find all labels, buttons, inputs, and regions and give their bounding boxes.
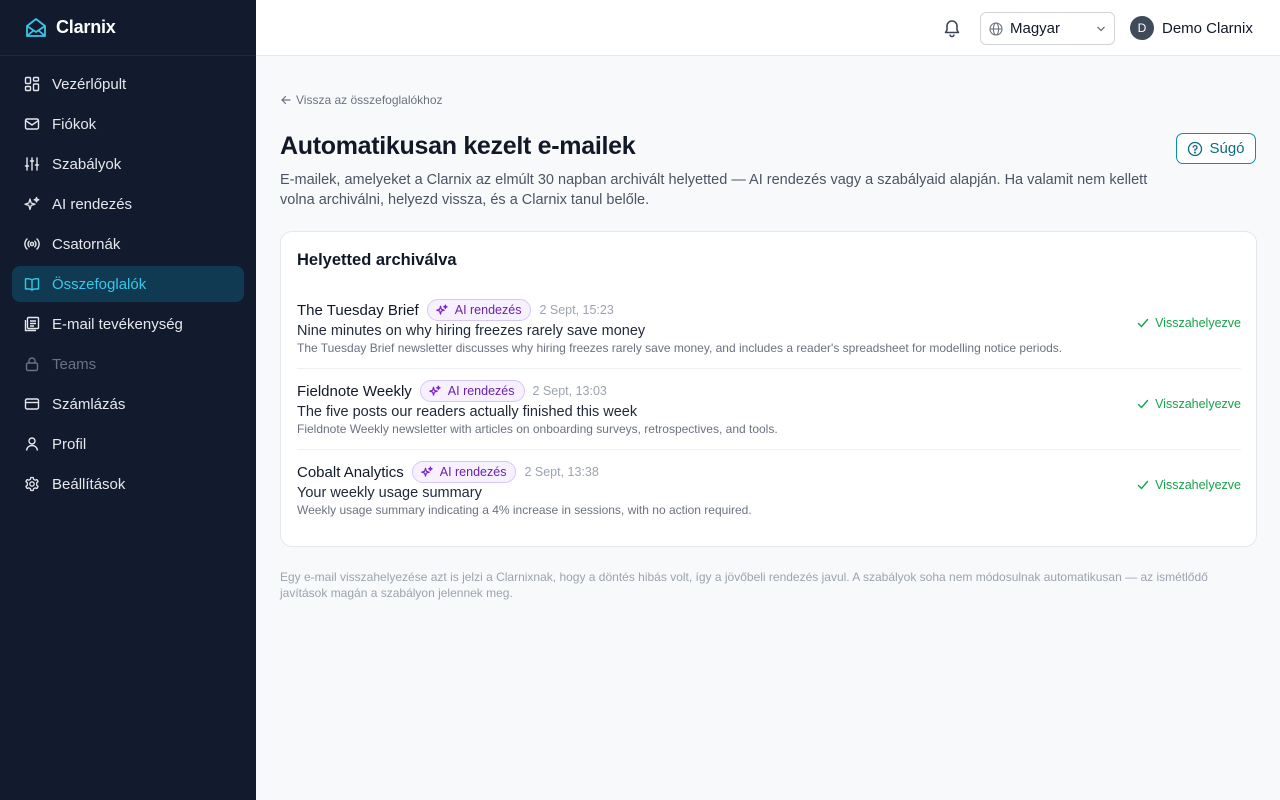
check-icon: [1137, 479, 1149, 491]
sparkles-icon: [24, 196, 40, 212]
chevron-down-icon: [1096, 24, 1106, 34]
archived-emails-card: Helyetted archiválva The Tuesday Brief A…: [280, 231, 1257, 547]
sidebar-item-teams: Teams: [12, 346, 244, 382]
restored-status: Visszahelyezve: [1137, 397, 1241, 411]
gear-icon: [24, 476, 40, 492]
activity-icon: [24, 316, 40, 332]
user-icon: [24, 436, 40, 452]
arrow-left-icon: [280, 94, 292, 106]
sidebar-item-label: Fiókok: [52, 115, 97, 133]
restored-label: Visszahelyezve: [1155, 397, 1241, 411]
sidebar: Clarnix Vezérlőpult Fiókok Szabályok AI …: [0, 0, 256, 800]
ai-sorting-badge: AI rendezés: [411, 461, 517, 483]
brand-name: Clarnix: [56, 17, 116, 37]
sidebar-item-accounts[interactable]: Fiókok: [12, 106, 244, 142]
globe-icon: [989, 21, 1003, 36]
divider: [297, 449, 1241, 450]
sidebar-item-dashboard[interactable]: Vezérlőpult: [12, 66, 244, 102]
ai-sorting-badge: AI rendezés: [419, 380, 525, 402]
page-title: Automatikusan kezelt e-mailek: [280, 132, 636, 160]
sidebar-item-summaries[interactable]: Összefoglalók: [12, 266, 244, 302]
mail-icon: [24, 116, 40, 132]
email-sender: The Tuesday Brief: [297, 301, 419, 319]
email-summary: Weekly usage summary indicating a 4% inc…: [297, 503, 752, 517]
sidebar-item-label: Számlázás: [52, 395, 126, 413]
help-circle-icon: [1187, 141, 1203, 157]
sidebar-item-label: E-mail tevékenység: [52, 315, 183, 333]
sidebar-item-label: Beállítások: [52, 475, 126, 493]
email-time: 2 Sept, 15:23: [539, 303, 614, 317]
restored-status: Visszahelyezve: [1137, 316, 1241, 330]
sidebar-item-email-activity[interactable]: E-mail tevékenység: [12, 306, 244, 342]
sliders-icon: [24, 156, 40, 172]
restored-label: Visszahelyezve: [1155, 478, 1241, 492]
sidebar-item-profile[interactable]: Profil: [12, 426, 244, 462]
restored-label: Visszahelyezve: [1155, 316, 1241, 330]
badge-label: AI rendezés: [439, 465, 507, 479]
brand[interactable]: Clarnix: [0, 0, 256, 56]
bell-icon[interactable]: [942, 18, 962, 38]
page-description: E-mailek, amelyeket a Clarnix az elmúlt …: [280, 172, 1148, 208]
card-title: Helyetted archiválva: [297, 251, 457, 269]
email-sender: Fieldnote Weekly: [297, 382, 412, 400]
sparkles-icon: [420, 466, 433, 478]
email-sender: Cobalt Analytics: [297, 463, 404, 481]
footnote: Egy e-mail visszahelyezése azt is jelzi …: [280, 570, 1208, 600]
topbar: Magyar D Demo Clarnix: [256, 0, 1280, 56]
back-link-label: Vissza az összefoglalókhoz: [296, 93, 443, 107]
divider: [297, 368, 1241, 369]
check-icon: [1137, 317, 1149, 329]
ai-sorting-badge: AI rendezés: [426, 299, 532, 321]
restored-status: Visszahelyezve: [1137, 478, 1241, 492]
sidebar-item-label: Teams: [52, 355, 97, 373]
sidebar-item-label: Csatornák: [52, 235, 121, 253]
email-time: 2 Sept, 13:03: [532, 384, 607, 398]
email-subject: Your weekly usage summary: [297, 485, 482, 501]
email-subject: The five posts our readers actually fini…: [297, 404, 638, 420]
sidebar-item-label: Szabályok: [52, 155, 122, 173]
sidebar-item-rules[interactable]: Szabályok: [12, 146, 244, 182]
sparkles-icon: [435, 304, 448, 316]
help-button-label: Súgó: [1209, 140, 1245, 157]
back-link[interactable]: Vissza az összefoglalókhoz: [280, 93, 443, 107]
email-time: 2 Sept, 13:38: [524, 465, 599, 479]
sidebar-nav: Vezérlőpult Fiókok Szabályok AI rendezés…: [0, 56, 256, 502]
lock-icon: [24, 356, 40, 372]
sidebar-item-settings[interactable]: Beállítások: [12, 466, 244, 502]
email-row[interactable]: Cobalt Analytics AI rendezés 2 Sept, 13:…: [297, 461, 1241, 542]
dashboard-icon: [24, 76, 40, 92]
broadcast-icon: [24, 236, 40, 252]
sidebar-item-ai-sorting[interactable]: AI rendezés: [12, 186, 244, 222]
avatar: D: [1130, 16, 1154, 40]
sidebar-item-label: AI rendezés: [52, 195, 133, 213]
sidebar-item-channels[interactable]: Csatornák: [12, 226, 244, 262]
email-summary: Fieldnote Weekly newsletter with article…: [297, 422, 778, 436]
badge-label: AI rendezés: [454, 303, 522, 317]
check-icon: [1137, 398, 1149, 410]
email-summary: The Tuesday Brief newsletter discusses w…: [297, 341, 1063, 355]
book-icon: [24, 276, 40, 292]
card-icon: [24, 396, 40, 412]
user-menu[interactable]: D Demo Clarnix: [1130, 16, 1253, 40]
sidebar-item-label: Profil: [52, 435, 87, 453]
sidebar-item-label: Vezérlőpult: [52, 75, 127, 93]
language-value: Magyar: [1010, 20, 1061, 37]
envelope-logo-icon: [24, 16, 48, 40]
language-select[interactable]: Magyar: [980, 12, 1115, 45]
sidebar-item-label: Összefoglalók: [52, 275, 147, 293]
sidebar-item-billing[interactable]: Számlázás: [12, 386, 244, 422]
sparkles-icon: [428, 385, 441, 397]
user-name: Demo Clarnix: [1162, 19, 1253, 37]
email-subject: Nine minutes on why hiring freezes rarel…: [297, 323, 646, 339]
help-button[interactable]: Súgó: [1176, 133, 1256, 164]
badge-label: AI rendezés: [447, 384, 515, 398]
